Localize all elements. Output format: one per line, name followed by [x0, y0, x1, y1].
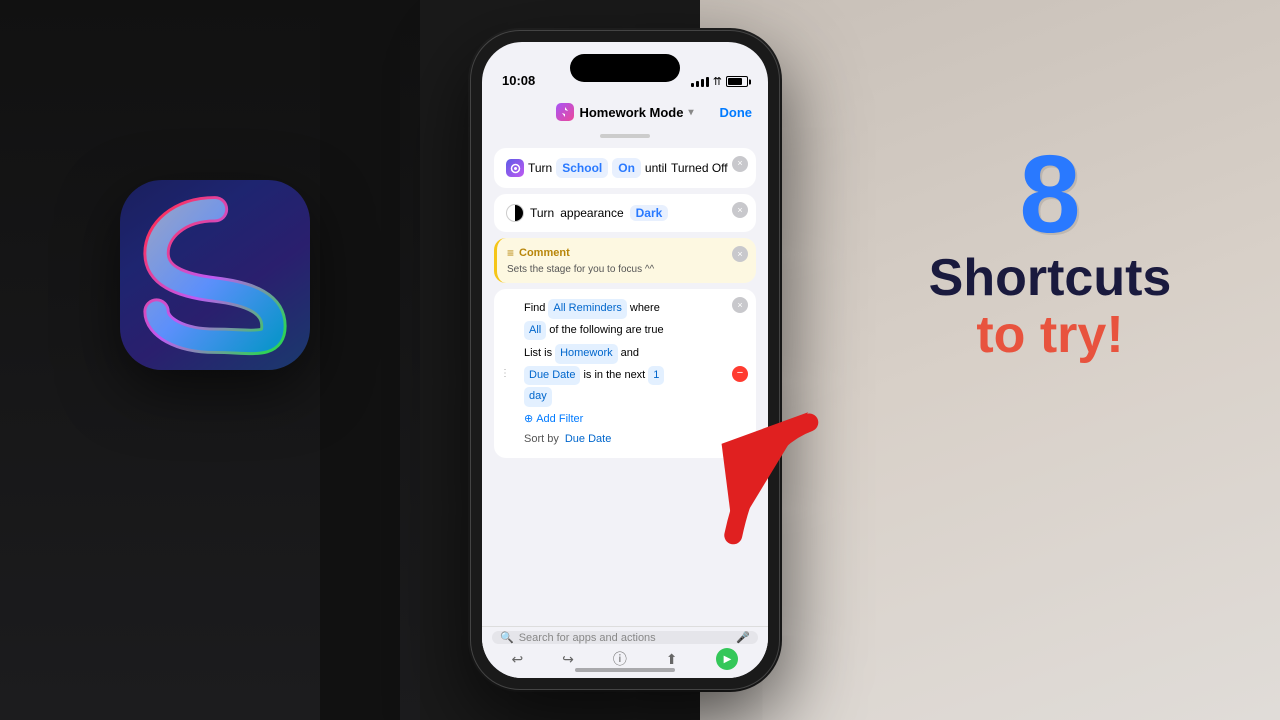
phone-screen: 10:08 ⇈ — [482, 42, 768, 678]
find-row-2: All of the following are true — [512, 321, 728, 341]
appearance-label: appearance — [560, 206, 623, 220]
find-row-4: Due Date is in the next 1 — [512, 366, 728, 386]
shortcuts-label: Shortcuts — [880, 250, 1220, 307]
close-school-button[interactable]: × — [732, 156, 748, 172]
search-bar[interactable]: 🔍 Search for apps and actions 🎤 — [492, 631, 758, 644]
find-row-5: day — [512, 387, 728, 407]
sort-row: Sort by Due Date — [512, 431, 728, 449]
focus-icon — [506, 159, 524, 177]
search-placeholder: Search for apps and actions — [519, 632, 732, 644]
shortcuts-app-icon — [120, 180, 310, 370]
where-label: where — [630, 300, 660, 318]
status-icons: ⇈ — [691, 75, 748, 88]
minus-button[interactable]: − — [732, 366, 748, 382]
app-header: Homework Mode ▾ Done — [482, 94, 768, 130]
info-button[interactable]: ⓘ — [613, 649, 627, 669]
status-time: 10:08 — [502, 73, 535, 88]
header-shortcut-title: Homework Mode — [579, 105, 683, 120]
add-icon: ⊕ — [524, 411, 533, 429]
find-row-1: Find All Reminders where — [512, 299, 728, 319]
turned-off-label: Turned Off — [671, 159, 728, 177]
wifi-icon: ⇈ — [713, 75, 722, 88]
day-pill[interactable]: day — [524, 387, 552, 407]
turn-appearance-label: Turn — [530, 206, 554, 220]
battery-icon — [726, 76, 748, 87]
to-try-label: to try! — [880, 307, 1220, 364]
mic-icon[interactable]: 🎤 — [736, 631, 750, 644]
shortcut-header-icon — [556, 103, 574, 121]
close-find-button[interactable]: × — [732, 297, 748, 313]
close-icon: × — [737, 205, 742, 215]
play-button[interactable]: ▶ — [716, 648, 738, 670]
chevron-down-icon: ▾ — [688, 107, 693, 118]
is-in-label: is in the next — [583, 367, 645, 385]
big-number: 8 — [880, 140, 1220, 250]
drag-handle-icon[interactable]: ⋮ — [500, 366, 510, 382]
add-filter-label: Add Filter — [536, 411, 583, 429]
turn-label: Turn — [528, 159, 552, 177]
dark-block — [320, 0, 400, 720]
right-text-area: 8 Shortcuts to try! — [880, 140, 1220, 364]
following-label: of the following are true — [549, 322, 663, 340]
comment-lines-icon: ≡ — [507, 246, 514, 260]
school-pill[interactable]: School — [556, 158, 608, 178]
close-comment-button[interactable]: × — [732, 246, 748, 262]
on-pill[interactable]: On — [612, 158, 641, 178]
forward-button[interactable]: ↪ — [562, 651, 574, 668]
close-icon: × — [737, 249, 742, 259]
comment-header: ≡ Comment — [507, 246, 746, 260]
sort-by-label: Sort by — [524, 431, 559, 449]
comment-title: Comment — [519, 247, 570, 259]
school-card: Turn School On until Turned Off × — [494, 148, 756, 188]
number-pill[interactable]: 1 — [648, 366, 664, 386]
all-pill[interactable]: All — [524, 321, 546, 341]
close-icon: × — [737, 298, 742, 312]
dynamic-island — [570, 54, 680, 82]
appearance-card: Turn appearance Dark × — [494, 194, 756, 232]
close-appearance-button[interactable]: × — [732, 202, 748, 218]
dark-pill[interactable]: Dark — [630, 205, 669, 221]
phone-body: 10:08 ⇈ — [470, 30, 780, 690]
done-button[interactable]: Done — [720, 105, 753, 120]
bottom-actions: ↩ ↪ ⓘ ⬆ ▶ — [492, 648, 758, 670]
share-button[interactable]: ⬆ — [666, 651, 678, 668]
signal-icon — [691, 77, 709, 87]
find-reminders-card: ⋮ Find All Reminders where All of the fo… — [494, 289, 756, 458]
phone: 10:08 ⇈ — [470, 30, 780, 690]
find-row-3: List is Homework and — [512, 344, 728, 364]
back-button[interactable]: ↩ — [511, 651, 523, 668]
list-label: List — [524, 345, 541, 363]
appearance-icon — [506, 204, 524, 222]
is-label: is — [544, 345, 552, 363]
add-filter-button[interactable]: ⊕ Add Filter — [512, 411, 728, 429]
search-icon: 🔍 — [500, 631, 514, 644]
sort-value[interactable]: Due Date — [565, 431, 611, 449]
home-indicator — [575, 668, 675, 672]
all-reminders-pill[interactable]: All Reminders — [548, 299, 626, 319]
homework-pill[interactable]: Homework — [555, 344, 618, 364]
header-title-area: Homework Mode ▾ — [556, 103, 693, 121]
comment-card: ≡ Comment Sets the stage for you to focu… — [494, 238, 756, 283]
and-label: and — [621, 345, 639, 363]
scroll-handle — [600, 134, 650, 138]
find-label: Find — [524, 300, 545, 318]
comment-text: Sets the stage for you to focus ^^ — [507, 264, 746, 275]
due-date-pill[interactable]: Due Date — [524, 366, 580, 386]
until-label: until — [645, 159, 667, 177]
play-icon: ▶ — [724, 654, 732, 665]
close-icon: × — [737, 157, 742, 171]
